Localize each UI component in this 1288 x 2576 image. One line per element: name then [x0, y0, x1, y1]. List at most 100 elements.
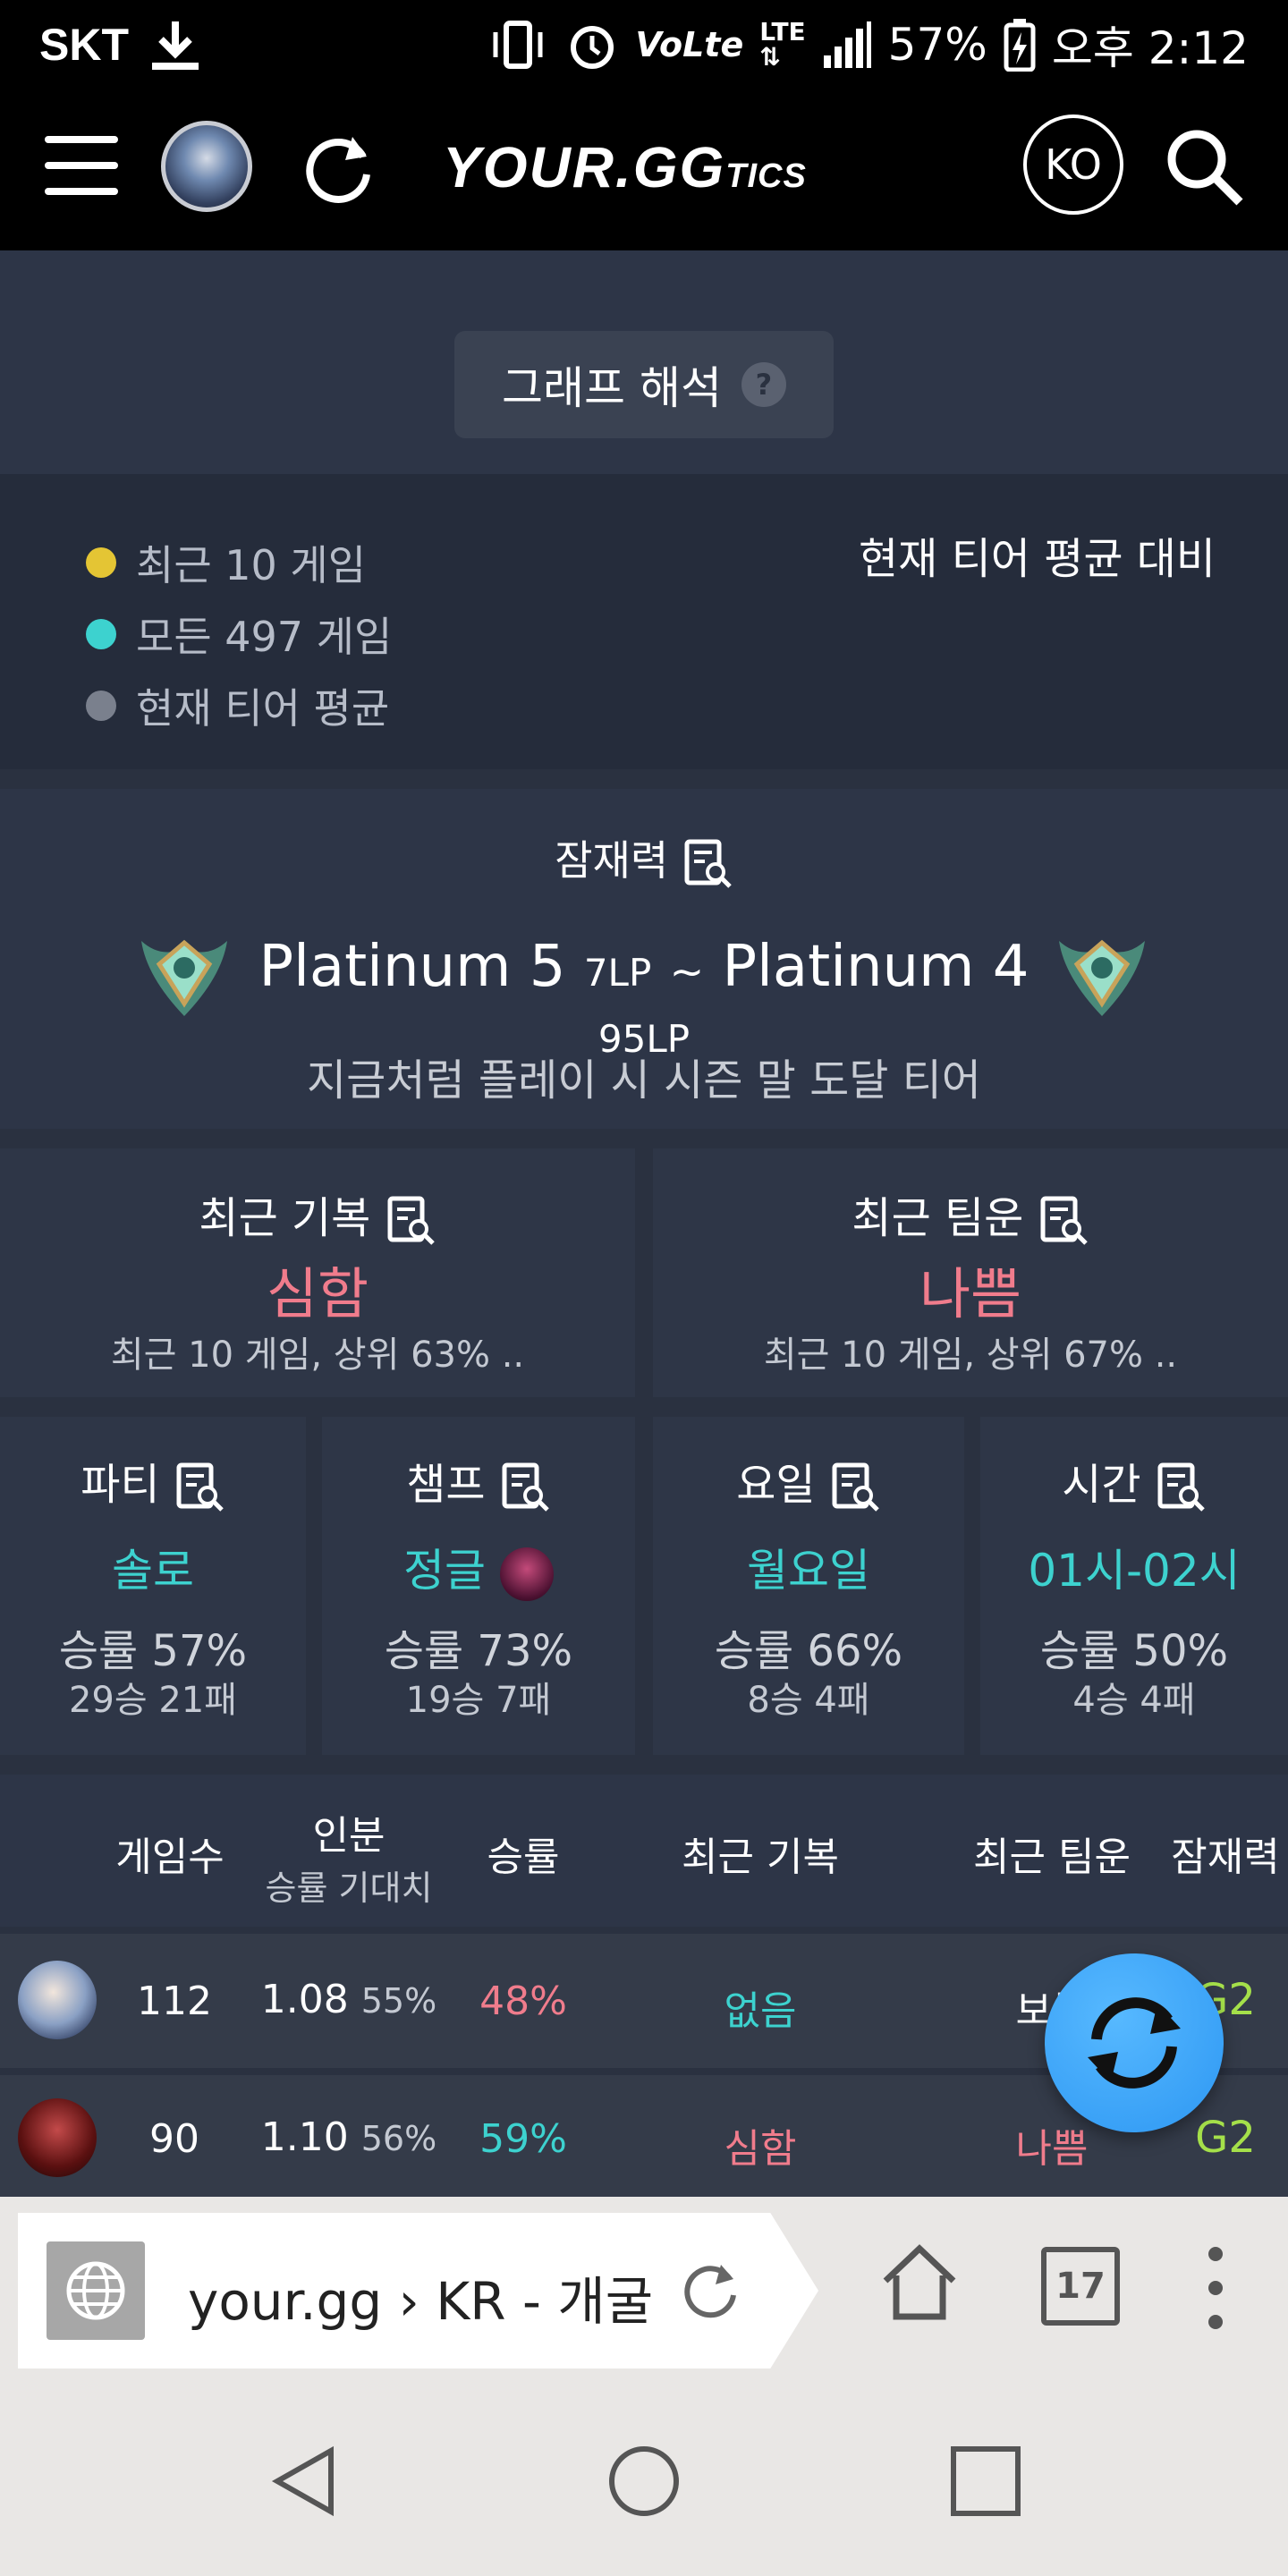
site-icon — [47, 2241, 145, 2340]
stat-card-party[interactable]: 파티 솔로 승률 57% 29승 21패 — [0, 1417, 306, 1755]
recent-swing-title: 최근 기복 — [199, 1193, 371, 1243]
stat-card-time[interactable]: 시간 01시-02시 승률 50% 4승 4패 — [980, 1417, 1288, 1755]
app-logo[interactable]: YOUR.GGTICS — [443, 134, 807, 200]
language-button[interactable]: KO — [1023, 114, 1123, 215]
status-bar: SKT VoLte LTE ⇅ 57% 오후 2:12 — [0, 0, 1288, 89]
home-nav-icon[interactable] — [605, 2442, 683, 2521]
home-icon[interactable] — [877, 2240, 962, 2326]
platinum-emblem-right — [1059, 939, 1145, 1016]
recent-luck-card[interactable]: 최근 팀운 나쁨 최근 10 게임, 상위 67% .. — [653, 1148, 1288, 1397]
stat-time-record: 4승 4패 — [1072, 1680, 1196, 1721]
th-games[interactable]: 게임수 — [107, 1825, 233, 1882]
recent-luck-sub: 최근 10 게임, 상위 67% .. — [763, 1335, 1178, 1376]
potential-caption: 지금처럼 플레이 시 시즌 말 도달 티어 — [307, 1055, 981, 1106]
stat-champ-title: 챔프 — [406, 1460, 486, 1510]
recent-swing-value: 심함 — [266, 1261, 369, 1326]
recents-icon[interactable] — [946, 2442, 1025, 2521]
th-luck[interactable]: 최근 팀운 — [953, 1825, 1150, 1882]
logo-suffix: TICS — [725, 157, 807, 195]
legend-label-tier: 현재 티어 평균 — [136, 684, 390, 733]
url-text[interactable]: your.gg › KR - 개굴는 — [188, 2259, 653, 2334]
legend-label-recent: 최근 10 게임 — [136, 541, 367, 589]
stat-time-title-row: 시간 — [980, 1449, 1288, 1513]
stat-party-record: 29승 21패 — [68, 1680, 238, 1721]
reload-icon[interactable] — [680, 2259, 742, 2322]
stat-day-title: 요일 — [736, 1460, 816, 1510]
battery-percent: 57% — [887, 19, 987, 71]
th-swing[interactable]: 최근 기복 — [662, 1825, 859, 1882]
stat-time-title: 시간 — [1062, 1460, 1141, 1510]
stat-party-rate: 승률 57% — [58, 1626, 248, 1676]
recent-swing-title-row: 최근 기복 — [0, 1182, 635, 1247]
tabs-button[interactable]: 17 — [1041, 2247, 1120, 2326]
th-potential[interactable]: 잠재력 — [1163, 1825, 1288, 1882]
tabs-count: 17 — [1055, 2266, 1106, 2307]
refresh-fab[interactable] — [1045, 1953, 1224, 2132]
platinum-emblem-left — [141, 939, 227, 1016]
profile-avatar[interactable] — [161, 121, 252, 212]
detail-icon — [502, 1462, 549, 1512]
help-icon: ? — [741, 362, 786, 407]
row-swing: 없음 — [724, 1988, 797, 2034]
legend-item-all: 모든 497 게임 — [86, 605, 392, 664]
row-carry: 1.08 — [260, 1977, 349, 2022]
legend-item-recent: 최근 10 게임 — [86, 533, 366, 592]
row-winrate: 48% — [479, 1979, 567, 2024]
row-expect: 55% — [360, 1981, 437, 2021]
champion-portrait-icon — [499, 1546, 554, 1601]
stat-champ-record: 19승 7패 — [405, 1680, 552, 1721]
stat-champ-rate: 승률 73% — [384, 1626, 573, 1676]
android-nav-bar — [0, 2385, 1288, 2576]
graph-help-button[interactable]: 그래프 해석 ? — [454, 331, 834, 438]
volte-icon: VoLte — [635, 25, 744, 64]
stat-party-value: 솔로 — [112, 1545, 194, 1597]
legend-dot-recent — [86, 547, 116, 578]
recent-luck-title: 최근 팀운 — [852, 1193, 1024, 1243]
refresh-icon[interactable] — [301, 130, 377, 207]
detail-icon — [176, 1462, 224, 1512]
th-winrate[interactable]: 승률 — [465, 1825, 581, 1882]
url-bar[interactable]: your.gg › KR - 개굴는 — [18, 2213, 818, 2368]
legend-label-all: 모든 497 게임 — [136, 613, 393, 661]
stat-time-rate: 승률 50% — [1039, 1626, 1229, 1676]
stat-day-title-row: 요일 — [653, 1449, 964, 1513]
champion-avatar — [18, 2098, 97, 2177]
graph-help-label: 그래프 해석 — [502, 362, 722, 414]
row-swing: 심함 — [724, 2126, 797, 2172]
th-carry-sub: 승률 기대치 — [265, 1868, 433, 1908]
detail-icon[interactable] — [682, 838, 733, 890]
app-header: YOUR.GGTICS KO — [0, 89, 1288, 250]
legend-dot-tier — [86, 691, 116, 721]
stat-day-record: 8승 4패 — [747, 1680, 870, 1721]
lte-icon: LTE ⇅ — [759, 17, 806, 72]
row-winrate: 59% — [479, 2116, 567, 2162]
detail-icon — [832, 1462, 879, 1512]
detail-icon — [1157, 1462, 1205, 1512]
legend-item-tier: 현재 티어 평균 — [86, 676, 389, 735]
th-carry-label: 인분 — [312, 1813, 386, 1859]
more-menu-icon[interactable] — [1206, 2243, 1225, 2333]
stat-card-day[interactable]: 요일 월요일 승률 66% 8승 4패 — [653, 1417, 964, 1755]
th-carry[interactable]: 인분 승률 기대치 — [250, 1803, 447, 1910]
legend-dot-all — [86, 619, 116, 649]
search-icon[interactable] — [1163, 125, 1245, 208]
carrier-label: SKT — [39, 20, 129, 70]
stat-party-title: 파티 — [80, 1460, 160, 1510]
recent-swing-sub: 최근 10 게임, 상위 63% .. — [110, 1335, 525, 1376]
lp-from: 7LP — [583, 951, 652, 995]
tier-separator: ~ — [669, 947, 705, 996]
tier-from: Platinum 5 — [258, 934, 566, 1000]
recent-swing-card[interactable]: 최근 기복 심함 최근 10 게임, 상위 63% .. — [0, 1148, 635, 1397]
stat-time-value: 01시-02시 — [1028, 1545, 1241, 1597]
row-games: 112 — [137, 1979, 212, 2024]
menu-icon[interactable] — [45, 136, 118, 195]
detail-icon — [1040, 1196, 1088, 1245]
alarm-icon — [571, 26, 614, 69]
row-games: 90 — [149, 2116, 199, 2162]
stat-card-champ[interactable]: 챔프 정글 승률 73% 19승 7패 — [322, 1417, 635, 1755]
browser-bar: your.gg › KR - 개굴는 17 — [0, 2197, 1288, 2385]
stat-day-rate: 승률 66% — [714, 1626, 903, 1676]
sync-icon — [1088, 1997, 1181, 2089]
row-expect: 56% — [360, 2119, 437, 2158]
back-icon[interactable] — [267, 2444, 342, 2519]
